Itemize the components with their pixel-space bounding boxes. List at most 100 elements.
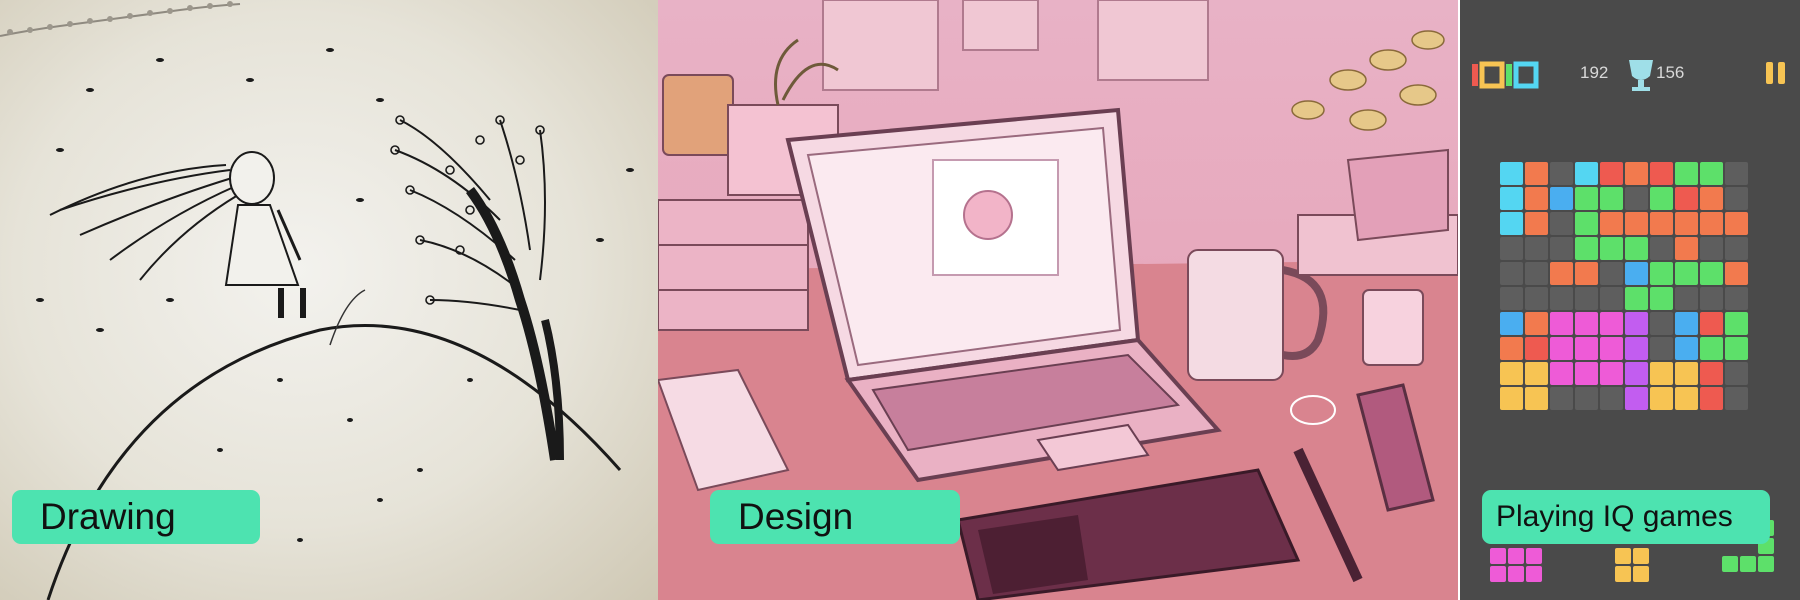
board-cell[interactable] bbox=[1550, 237, 1573, 260]
board-cell[interactable] bbox=[1725, 237, 1748, 260]
next-piece-block[interactable] bbox=[1740, 556, 1756, 572]
board-cell[interactable] bbox=[1525, 337, 1548, 360]
board-cell[interactable] bbox=[1675, 287, 1698, 310]
board-cell[interactable] bbox=[1725, 387, 1748, 410]
board-cell[interactable] bbox=[1700, 387, 1723, 410]
board-cell[interactable] bbox=[1700, 362, 1723, 385]
board-cell[interactable] bbox=[1700, 287, 1723, 310]
next-piece-block[interactable] bbox=[1490, 548, 1506, 564]
board-cell[interactable] bbox=[1525, 187, 1548, 210]
board-cell[interactable] bbox=[1675, 337, 1698, 360]
next-piece-block[interactable] bbox=[1615, 548, 1631, 564]
board-cell[interactable] bbox=[1725, 287, 1748, 310]
board-cell[interactable] bbox=[1500, 187, 1523, 210]
board-cell[interactable] bbox=[1550, 287, 1573, 310]
board-cell[interactable] bbox=[1700, 337, 1723, 360]
board-cell[interactable] bbox=[1675, 312, 1698, 335]
board-cell[interactable] bbox=[1675, 187, 1698, 210]
board-cell[interactable] bbox=[1725, 262, 1748, 285]
board-cell[interactable] bbox=[1525, 162, 1548, 185]
board-cell[interactable] bbox=[1675, 237, 1698, 260]
board-cell[interactable] bbox=[1650, 212, 1673, 235]
board-cell[interactable] bbox=[1600, 262, 1623, 285]
board-cell[interactable] bbox=[1550, 337, 1573, 360]
board-cell[interactable] bbox=[1625, 287, 1648, 310]
board-cell[interactable] bbox=[1575, 187, 1598, 210]
board-cell[interactable] bbox=[1675, 162, 1698, 185]
board-cell[interactable] bbox=[1500, 362, 1523, 385]
board-cell[interactable] bbox=[1650, 387, 1673, 410]
board-cell[interactable] bbox=[1700, 187, 1723, 210]
board-cell[interactable] bbox=[1600, 362, 1623, 385]
board-cell[interactable] bbox=[1575, 262, 1598, 285]
board-cell[interactable] bbox=[1575, 162, 1598, 185]
board-cell[interactable] bbox=[1600, 312, 1623, 335]
board-cell[interactable] bbox=[1725, 312, 1748, 335]
board-cell[interactable] bbox=[1500, 212, 1523, 235]
board-cell[interactable] bbox=[1500, 337, 1523, 360]
board-cell[interactable] bbox=[1650, 312, 1673, 335]
board-cell[interactable] bbox=[1500, 237, 1523, 260]
next-piece-block[interactable] bbox=[1722, 556, 1738, 572]
board-cell[interactable] bbox=[1725, 362, 1748, 385]
board-cell[interactable] bbox=[1600, 387, 1623, 410]
board-cell[interactable] bbox=[1650, 362, 1673, 385]
board-cell[interactable] bbox=[1500, 262, 1523, 285]
board-cell[interactable] bbox=[1500, 387, 1523, 410]
board-cell[interactable] bbox=[1700, 262, 1723, 285]
board-cell[interactable] bbox=[1625, 387, 1648, 410]
board-cell[interactable] bbox=[1525, 312, 1548, 335]
board-cell[interactable] bbox=[1575, 337, 1598, 360]
board-cell[interactable] bbox=[1650, 287, 1673, 310]
board-cell[interactable] bbox=[1700, 237, 1723, 260]
board-cell[interactable] bbox=[1675, 362, 1698, 385]
board-cell[interactable] bbox=[1650, 237, 1673, 260]
board-cell[interactable] bbox=[1650, 187, 1673, 210]
next-piece-block[interactable] bbox=[1633, 548, 1649, 564]
board-cell[interactable] bbox=[1650, 262, 1673, 285]
board-cell[interactable] bbox=[1550, 212, 1573, 235]
next-piece-block[interactable] bbox=[1758, 556, 1774, 572]
board-cell[interactable] bbox=[1525, 387, 1548, 410]
board-cell[interactable] bbox=[1550, 162, 1573, 185]
board-cell[interactable] bbox=[1650, 162, 1673, 185]
board-cell[interactable] bbox=[1575, 212, 1598, 235]
board-cell[interactable] bbox=[1600, 162, 1623, 185]
board-cell[interactable] bbox=[1575, 362, 1598, 385]
next-piece-block[interactable] bbox=[1526, 548, 1542, 564]
board-cell[interactable] bbox=[1525, 362, 1548, 385]
board-cell[interactable] bbox=[1725, 337, 1748, 360]
board-cell[interactable] bbox=[1500, 312, 1523, 335]
board-cell[interactable] bbox=[1600, 187, 1623, 210]
board-cell[interactable] bbox=[1625, 337, 1648, 360]
board-cell[interactable] bbox=[1675, 262, 1698, 285]
board-cell[interactable] bbox=[1625, 312, 1648, 335]
board-cell[interactable] bbox=[1550, 387, 1573, 410]
board-cell[interactable] bbox=[1625, 262, 1648, 285]
board-cell[interactable] bbox=[1525, 212, 1548, 235]
board-cell[interactable] bbox=[1575, 287, 1598, 310]
board-cell[interactable] bbox=[1500, 162, 1523, 185]
next-piece-block[interactable] bbox=[1508, 566, 1524, 582]
board-cell[interactable] bbox=[1550, 187, 1573, 210]
board-cell[interactable] bbox=[1575, 387, 1598, 410]
board-cell[interactable] bbox=[1525, 262, 1548, 285]
board-cell[interactable] bbox=[1700, 312, 1723, 335]
board-cell[interactable] bbox=[1600, 237, 1623, 260]
board-cell[interactable] bbox=[1525, 237, 1548, 260]
next-piece-block[interactable] bbox=[1490, 566, 1506, 582]
board-cell[interactable] bbox=[1625, 237, 1648, 260]
board-cell[interactable] bbox=[1550, 262, 1573, 285]
board-cell[interactable] bbox=[1600, 212, 1623, 235]
board-cell[interactable] bbox=[1725, 162, 1748, 185]
board-cell[interactable] bbox=[1625, 187, 1648, 210]
board-cell[interactable] bbox=[1700, 162, 1723, 185]
next-piece-block[interactable] bbox=[1633, 566, 1649, 582]
board-cell[interactable] bbox=[1675, 212, 1698, 235]
next-piece-block[interactable] bbox=[1615, 566, 1631, 582]
next-piece-block[interactable] bbox=[1508, 548, 1524, 564]
board-cell[interactable] bbox=[1625, 162, 1648, 185]
board-cell[interactable] bbox=[1650, 337, 1673, 360]
board-cell[interactable] bbox=[1725, 212, 1748, 235]
board-cell[interactable] bbox=[1600, 287, 1623, 310]
